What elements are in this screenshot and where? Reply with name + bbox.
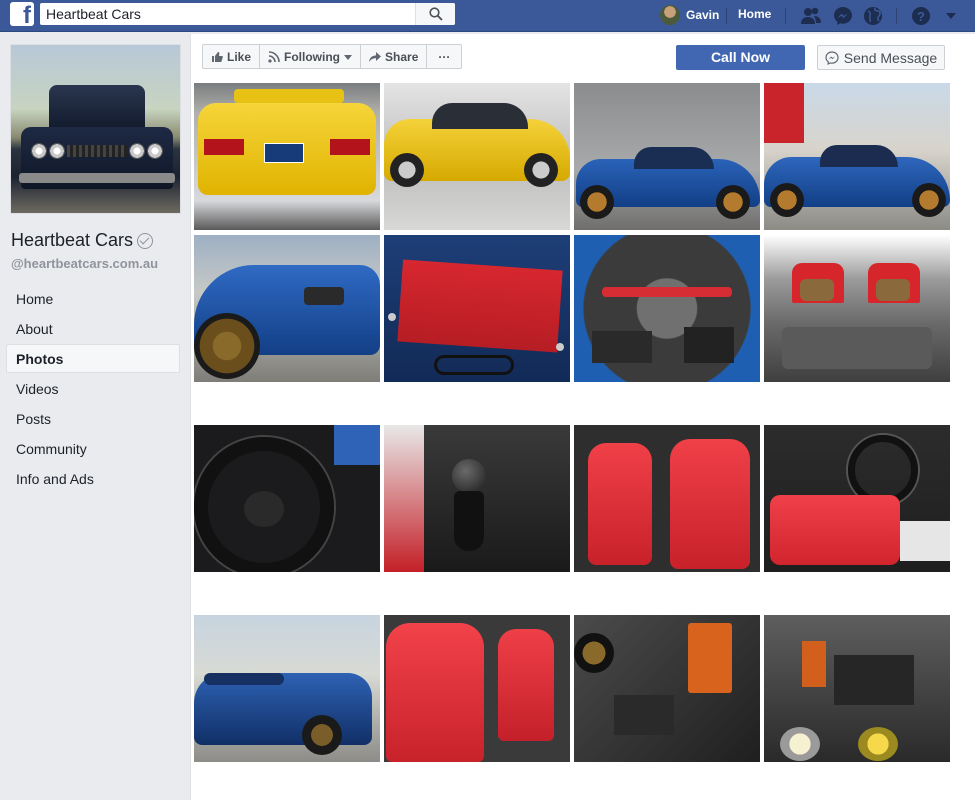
photo-red-recaro-seats[interactable] — [574, 425, 760, 572]
topbar-divider — [785, 8, 786, 24]
photo-rear-cargo-seats[interactable] — [764, 235, 950, 382]
messenger-icon[interactable] — [832, 5, 854, 27]
friend-requests-icon[interactable] — [800, 5, 822, 27]
following-label: Following — [284, 49, 341, 64]
user-name: Gavin — [686, 8, 720, 22]
share-label: Share — [385, 49, 419, 64]
nav-item-photos[interactable]: Photos — [6, 344, 180, 373]
photo-front-lights-engine[interactable] — [764, 615, 950, 762]
photo-spirit-r-plaque[interactable] — [384, 235, 570, 382]
search-bar[interactable]: Heartbeat Cars — [40, 3, 455, 25]
more-options-icon: ··· — [438, 49, 451, 64]
top-navigation-bar: f Heartbeat Cars Gavin Home ? — [0, 0, 975, 32]
search-input[interactable]: Heartbeat Cars — [46, 6, 141, 22]
photo-rotary-engine-bay[interactable] — [574, 235, 760, 382]
like-button[interactable]: Like — [203, 45, 261, 68]
search-button[interactable] — [415, 3, 455, 25]
share-arrow-icon — [369, 51, 382, 62]
account-menu-icon[interactable] — [940, 5, 962, 27]
photo-yellow-sedan-rear[interactable] — [194, 83, 380, 230]
photo-blue-rx7-side-lot[interactable] — [574, 83, 760, 230]
nav-item-about[interactable]: About — [6, 314, 180, 343]
profile-picture[interactable] — [10, 44, 181, 214]
help-icon[interactable]: ? — [910, 5, 932, 27]
page-action-bar: Like Following Share ··· — [202, 44, 463, 69]
send-message-label: Send Message — [843, 49, 938, 66]
page-handle: @heartbeatcars.com.au — [11, 256, 159, 271]
user-avatar — [660, 5, 680, 25]
messenger-icon — [825, 50, 839, 65]
thumbs-up-icon — [212, 51, 223, 62]
send-message-button[interactable]: Send Message — [817, 45, 945, 70]
rss-following-icon — [268, 50, 280, 63]
profile-link[interactable]: Gavin — [660, 5, 719, 25]
photo-gear-shifter[interactable] — [384, 425, 570, 572]
photo-blue-rx7-side-street[interactable] — [764, 83, 950, 230]
photo-engine-bay-battery[interactable] — [574, 615, 760, 762]
verified-check-icon — [137, 232, 154, 249]
photo-blue-rx7-rear[interactable] — [194, 615, 380, 762]
photo-steering-wheel[interactable] — [194, 425, 380, 572]
page-title[interactable]: Heartbeat Cars — [11, 230, 154, 251]
search-icon — [429, 7, 443, 21]
topbar-divider — [896, 8, 897, 24]
nav-item-posts[interactable]: Posts — [6, 404, 180, 433]
page-navigation: Home About Photos Videos Posts Community… — [6, 284, 180, 494]
photo-yellow-sedan-side[interactable] — [384, 83, 570, 230]
home-link[interactable]: Home — [738, 7, 771, 21]
photo-red-recaro-seat-closeup[interactable] — [384, 615, 570, 762]
nav-item-community[interactable]: Community — [6, 434, 180, 463]
more-options-button[interactable]: ··· — [427, 45, 461, 68]
following-button[interactable]: Following — [260, 45, 362, 68]
nav-item-info-and-ads[interactable]: Info and Ads — [6, 464, 180, 493]
notifications-globe-icon[interactable] — [862, 5, 884, 27]
chevron-down-icon — [344, 54, 353, 60]
topbar-divider — [726, 8, 727, 24]
facebook-logo-icon[interactable]: f — [10, 2, 34, 28]
nav-item-videos[interactable]: Videos — [6, 374, 180, 403]
nav-item-home[interactable]: Home — [6, 284, 180, 313]
svg-text:?: ? — [917, 9, 925, 24]
share-button[interactable]: Share — [361, 45, 428, 68]
page-name-text: Heartbeat Cars — [11, 230, 134, 250]
call-now-button[interactable]: Call Now — [676, 45, 805, 70]
like-label: Like — [227, 49, 252, 64]
photo-blue-rx7-front-wheel[interactable] — [194, 235, 380, 382]
photo-interior-dash[interactable] — [764, 425, 950, 572]
